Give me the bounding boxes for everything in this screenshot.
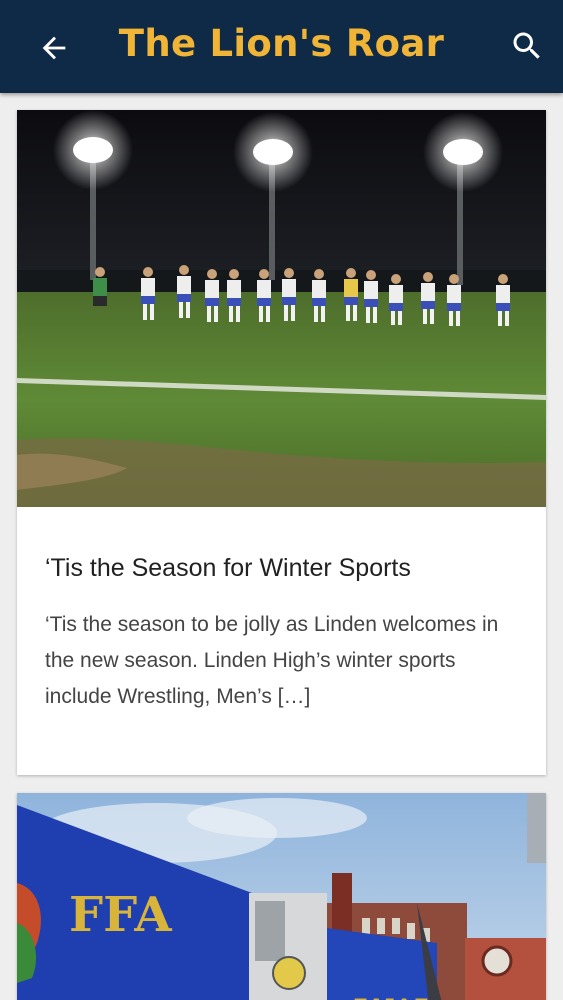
article-title[interactable]: ‘Tis the Season for Winter Sports	[45, 554, 525, 583]
article-card[interactable]: FFA WAY	[17, 793, 546, 1000]
article-card[interactable]: ‘Tis the Season for Winter Sports ‘Tis t…	[17, 110, 546, 775]
article-excerpt: ‘Tis the season to be jolly as Linden we…	[45, 613, 499, 708]
app-title: The Lion's Roar	[118, 22, 445, 65]
soccer-field-photo	[17, 110, 546, 507]
app-bar: The Lion's Roar	[0, 0, 563, 93]
article-image[interactable]: FFA WAY	[17, 793, 546, 1000]
article-image[interactable]	[17, 110, 546, 507]
article-feed[interactable]: ‘Tis the Season for Winter Sports ‘Tis t…	[0, 93, 563, 1000]
search-button[interactable]	[507, 26, 547, 66]
search-icon	[513, 32, 540, 59]
ffa-trailer-photo: FFA WAY	[17, 793, 546, 1000]
ffa-sign-text: FFA	[69, 887, 172, 943]
